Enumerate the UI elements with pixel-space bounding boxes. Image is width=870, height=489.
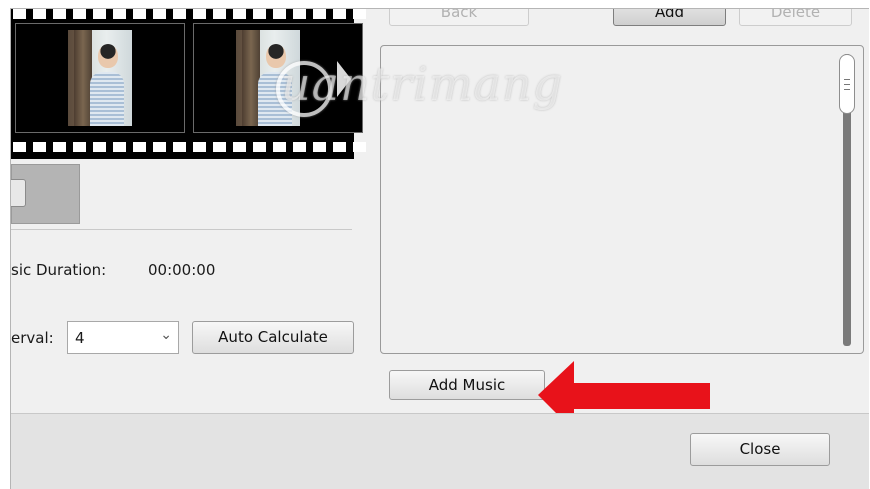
perforation-hole: [233, 9, 246, 19]
add-music-button[interactable]: Add Music: [389, 370, 545, 400]
auto-calculate-button[interactable]: Auto Calculate: [192, 321, 354, 354]
filmstrip-top-perforations: [11, 9, 366, 19]
perforation-hole: [153, 9, 166, 19]
perforation-hole: [133, 9, 146, 19]
music-dialog: sic Duration: 00:00:00 erval: 4 ⌄ Auto C…: [10, 8, 869, 489]
perforation-hole: [73, 142, 86, 152]
filmstrip-bottom-perforations: [11, 142, 366, 152]
photo-image: [68, 30, 132, 126]
perforation-hole: [113, 9, 126, 19]
perforation-hole: [273, 142, 286, 152]
perforation-hole: [233, 142, 246, 152]
back-button[interactable]: Back: [389, 9, 529, 26]
perforation-hole: [293, 9, 306, 19]
perforation-hole: [353, 9, 366, 19]
music-duration-value: 00:00:00: [148, 261, 216, 279]
perforation-hole: [33, 9, 46, 19]
interval-label: erval:: [11, 329, 54, 347]
perforation-hole: [213, 9, 226, 19]
interval-select[interactable]: 4 ⌄: [67, 321, 179, 354]
perforation-hole: [73, 9, 86, 19]
perforation-hole: [93, 9, 106, 19]
perforation-hole: [333, 9, 346, 19]
watermark-text: uantrimang: [281, 57, 563, 111]
perforation-hole: [253, 142, 266, 152]
photo-thumbnail-1[interactable]: [15, 23, 185, 133]
perforation-hole: [273, 9, 286, 19]
perforation-hole: [173, 9, 186, 19]
perforation-hole: [113, 142, 126, 152]
perforation-hole: [193, 9, 206, 19]
section-divider: [11, 229, 352, 230]
perforation-hole: [153, 142, 166, 152]
perforation-hole: [13, 142, 26, 152]
perforation-hole: [173, 142, 186, 152]
interval-value: 4: [75, 329, 85, 347]
panel-button[interactable]: [11, 179, 26, 207]
perforation-hole: [13, 9, 26, 19]
perforation-hole: [193, 142, 206, 152]
perforation-hole: [253, 9, 266, 19]
music-duration-label: sic Duration:: [11, 261, 107, 279]
dialog-footer: Close: [11, 413, 869, 489]
gray-panel: [11, 164, 80, 224]
perforation-hole: [33, 142, 46, 152]
perforation-hole: [213, 142, 226, 152]
perforation-hole: [313, 142, 326, 152]
perforation-hole: [93, 142, 106, 152]
perforation-hole: [133, 142, 146, 152]
chevron-down-icon[interactable]: ⌄: [160, 327, 172, 343]
close-button[interactable]: Close: [690, 433, 830, 466]
perforation-hole: [353, 142, 366, 152]
perforation-hole: [53, 142, 66, 152]
perforation-hole: [313, 9, 326, 19]
add-button[interactable]: Add: [613, 9, 726, 26]
scrollbar-thumb[interactable]: [839, 54, 855, 114]
perforation-hole: [53, 9, 66, 19]
perforation-hole: [333, 142, 346, 152]
delete-button[interactable]: Delete: [739, 9, 852, 26]
perforation-hole: [293, 142, 306, 152]
